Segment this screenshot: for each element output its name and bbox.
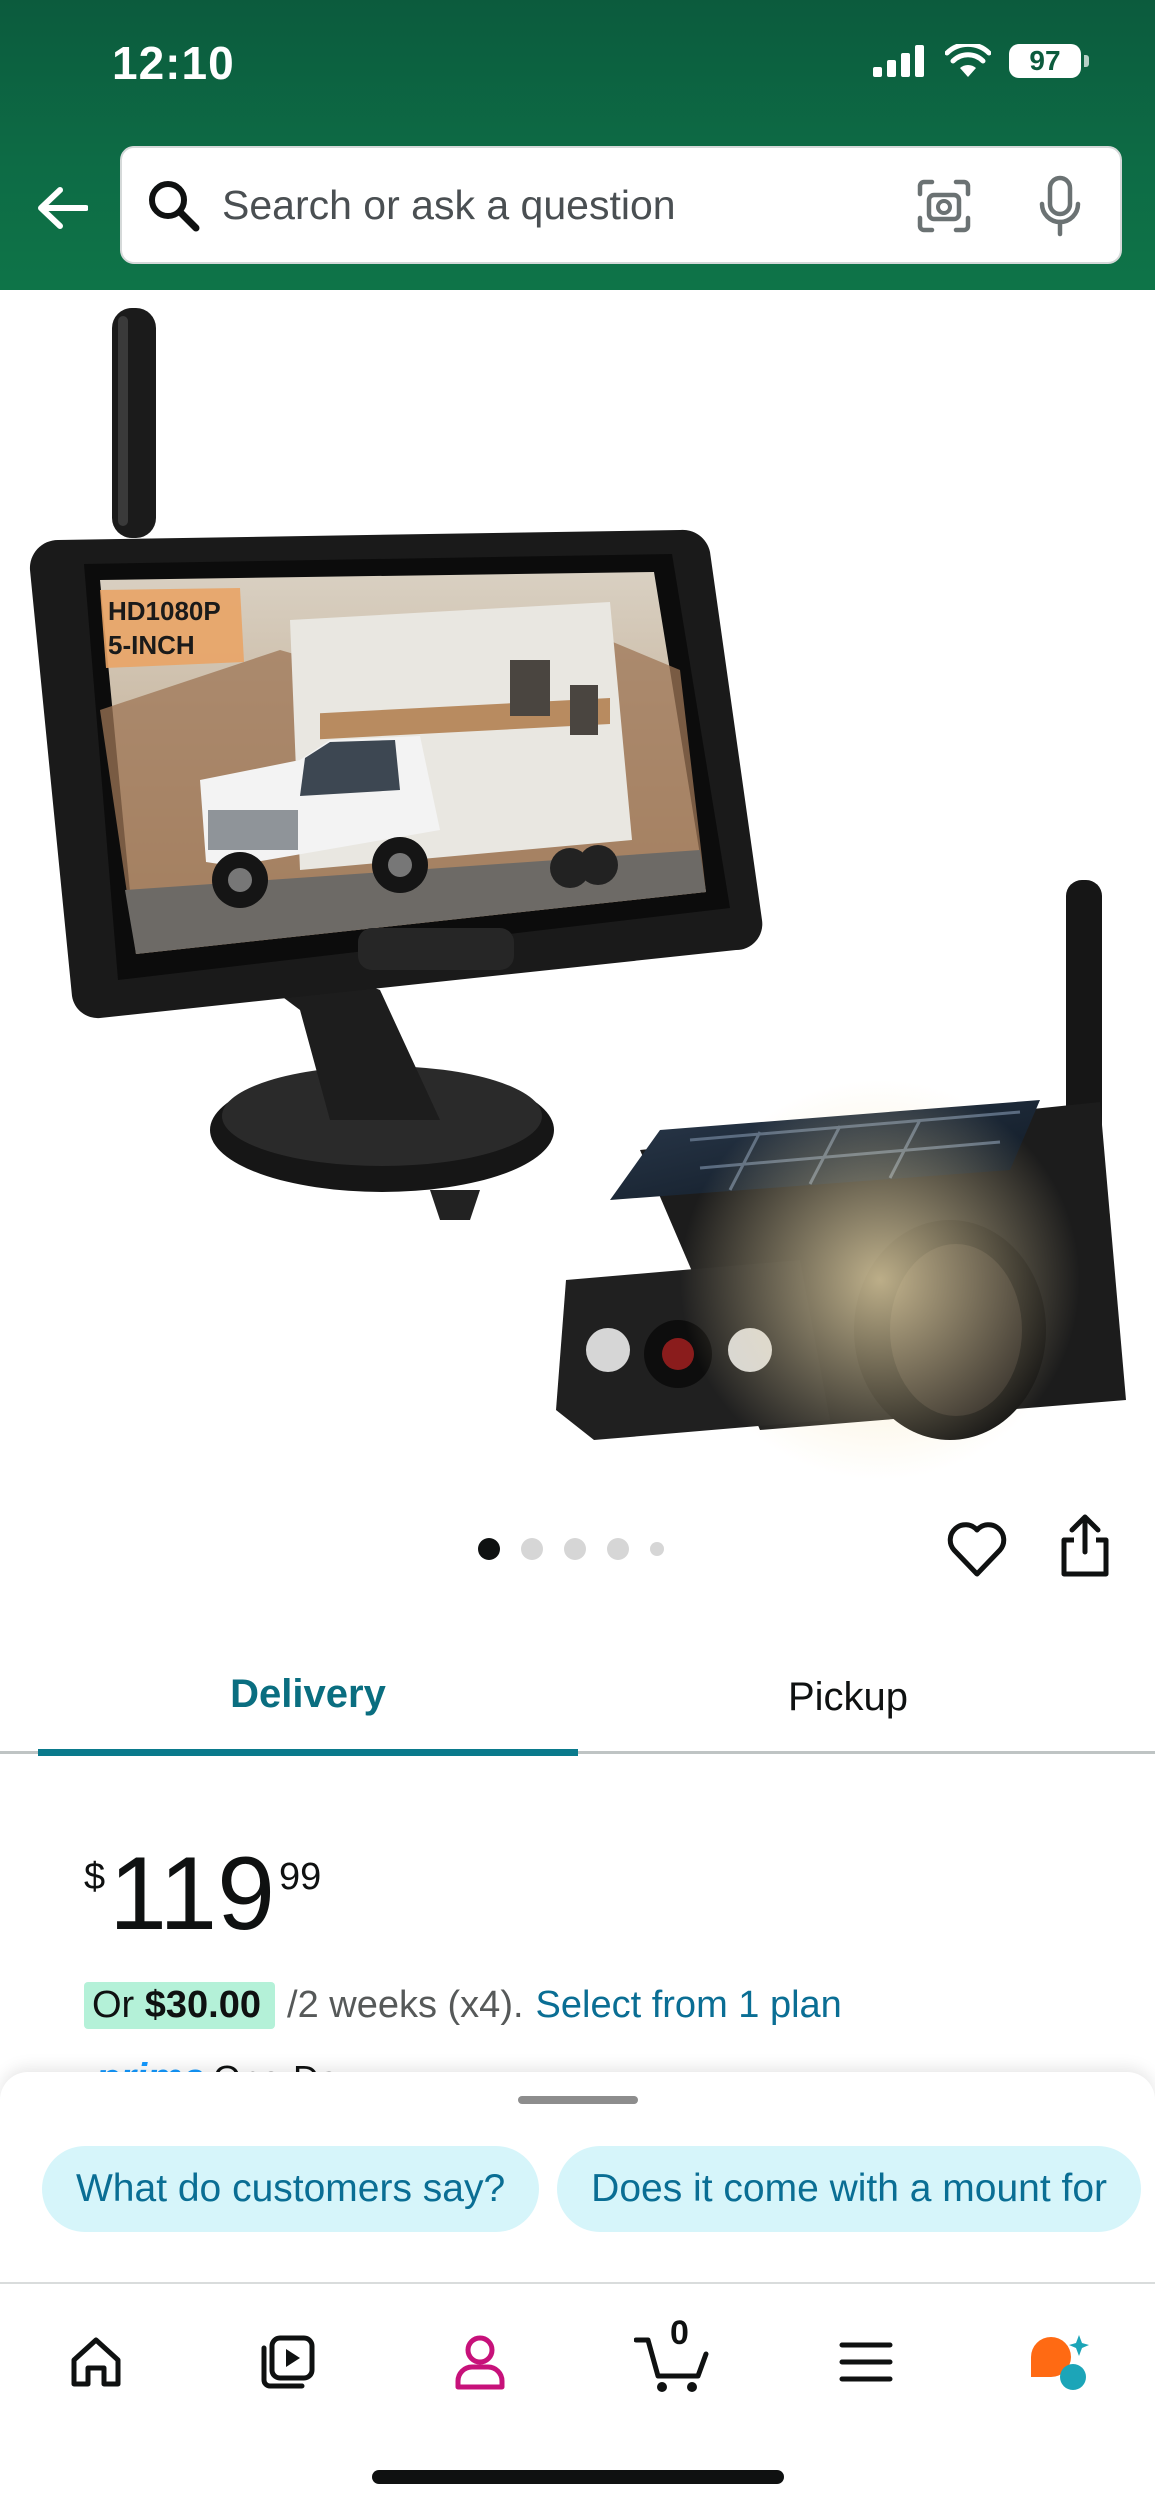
status-time: 12:10: [112, 37, 235, 89]
nav-profile[interactable]: [440, 2322, 520, 2402]
cart-count: 0: [670, 2314, 689, 2352]
search-bar[interactable]: [120, 146, 1122, 264]
back-button[interactable]: [30, 176, 94, 240]
product-photo-illustration: HD1080P 5-INCH: [29, 308, 1126, 1480]
search-input[interactable]: [222, 148, 822, 262]
overlay-size-text: 5-INCH: [108, 630, 195, 660]
price-whole: 119: [109, 1836, 275, 1952]
suggestion-chip[interactable]: What do customers say?: [42, 2146, 540, 2232]
suggestion-chips: What do customers say? Does it come with…: [42, 2146, 1142, 2232]
status-indicators: 97: [873, 44, 1089, 78]
home-indicator: [372, 2470, 784, 2484]
battery-indicator: 97: [1009, 44, 1089, 78]
nav-rufus-assistant[interactable]: [1018, 2322, 1098, 2402]
menu-icon: [839, 2342, 893, 2382]
fulfillment-tabs: Delivery Pickup: [0, 1640, 1155, 1756]
image-carousel-dots[interactable]: [478, 1538, 664, 1560]
sheet-drag-handle[interactable]: [518, 2096, 638, 2104]
carousel-dot[interactable]: [564, 1538, 586, 1560]
carousel-dot[interactable]: [650, 1542, 664, 1556]
nav-home[interactable]: [56, 2322, 136, 2402]
bottom-navigation: 0: [0, 2282, 1155, 2500]
heart-icon: [947, 1522, 1007, 1577]
nav-cart[interactable]: 0: [632, 2314, 712, 2402]
battery-level: 97: [1029, 45, 1061, 76]
nav-video[interactable]: [248, 2322, 328, 2402]
camera-lens-icon[interactable]: [916, 178, 972, 234]
share-button[interactable]: [1054, 1512, 1116, 1578]
tab-pickup-label: Pickup: [787, 1674, 909, 1719]
nav-menu[interactable]: [826, 2322, 906, 2402]
installment-offer: Or $30.00 /2 weeks (x4). Select from 1 p…: [84, 1982, 842, 2029]
add-to-wishlist-button[interactable]: [946, 1518, 1008, 1580]
overlay-resolution-text: HD1080P: [108, 596, 221, 626]
select-plan-link[interactable]: Select from 1 plan: [536, 1984, 842, 2027]
search-icon: [149, 181, 200, 232]
price-currency-symbol: $: [84, 1856, 106, 1898]
signal-icon: [873, 45, 924, 77]
carousel-dot[interactable]: [521, 1538, 543, 1560]
microphone-icon[interactable]: [1036, 174, 1084, 238]
tab-delivery[interactable]: Delivery: [38, 1640, 578, 1756]
tab-pickup[interactable]: Pickup: [578, 1640, 1118, 1754]
price-fraction: 99: [278, 1856, 322, 1898]
home-icon: [71, 2337, 121, 2387]
tab-delivery-label: Delivery: [230, 1672, 386, 1716]
product-price: $ 119 99: [84, 1842, 321, 1946]
back-arrow-icon: [38, 187, 88, 229]
installment-prefix: Or: [92, 1984, 135, 2026]
rufus-ai-icon: [1031, 2335, 1089, 2390]
product-image[interactable]: HD1080P 5-INCH: [0, 290, 1155, 1490]
header: 12:10 97: [0, 0, 1155, 290]
video-icon: [261, 2335, 315, 2389]
carousel-dot[interactable]: [607, 1538, 629, 1560]
ai-suggestions-sheet: What do customers say? Does it come with…: [0, 2072, 1155, 2282]
installment-schedule: /2 weeks (x4).: [287, 1984, 524, 2026]
profile-icon: [455, 2335, 505, 2390]
installment-amount: $30.00: [144, 1984, 262, 2026]
suggestion-chip[interactable]: Does it come with a mount for: [557, 2146, 1142, 2232]
wifi-icon: [945, 44, 991, 77]
installment-amount-badge: Or $30.00: [84, 1982, 276, 2029]
share-icon: [1061, 1514, 1109, 1577]
carousel-dot[interactable]: [478, 1538, 500, 1560]
